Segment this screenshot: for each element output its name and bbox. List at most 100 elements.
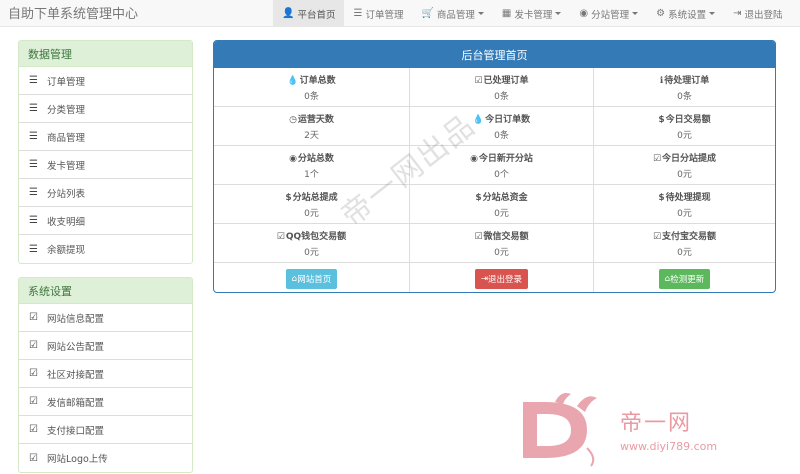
caret-down-icon: [632, 12, 639, 15]
clock-icon: ◷: [289, 114, 297, 125]
list-item[interactable]: ☰ 商品管理: [19, 123, 192, 151]
list-icon: ☰: [29, 131, 38, 142]
list-item[interactable]: ☑ 网站Logo上传: [19, 444, 192, 472]
check-update-button[interactable]: ⌂ 检测更新: [658, 268, 711, 289]
stat-value: 1个: [304, 169, 319, 180]
gear-icon: ⚙: [656, 8, 666, 19]
list-item[interactable]: ☰ 收支明细: [19, 207, 192, 235]
stat-cell: $分站总提成 0元: [214, 185, 410, 224]
nav-item-3[interactable]: ▦ 发卡管理: [493, 0, 570, 27]
logout-label: 退出登录: [488, 274, 523, 285]
nav-item-6[interactable]: ⇥ 退出登陆: [724, 0, 791, 27]
dollar-icon: $: [658, 114, 665, 125]
globe-icon: ◉: [289, 153, 297, 164]
list-item[interactable]: ☑ 网站信息配置: [19, 304, 192, 332]
list-item-label: 发信邮箱配置: [47, 397, 105, 409]
stat-cell: 💧今日订单数 0条: [410, 107, 594, 146]
check-icon: ☑: [652, 231, 662, 242]
stat-cell: $分站总资金 0元: [410, 185, 594, 224]
stat-label: ☑今日分站提成: [653, 151, 716, 164]
logout-icon: ⇥: [733, 8, 742, 19]
list-item-label: 收支明细: [47, 216, 86, 228]
list-item[interactable]: ☰ 订单管理: [19, 67, 192, 95]
stat-cell: ☑微信交易额 0元: [410, 224, 594, 263]
check-icon: ☑: [474, 75, 483, 86]
list-item-label: 社区对接配置: [47, 369, 105, 381]
list-icon: ☰: [29, 103, 38, 114]
list-item[interactable]: ☑ 网站公告配置: [19, 332, 192, 360]
list-item-label: 商品管理: [47, 132, 86, 144]
nav-item-0[interactable]: 👤 平台首页: [273, 0, 345, 27]
list-item[interactable]: ☰ 发卡管理: [19, 151, 192, 179]
stat-value: 0元: [304, 208, 319, 219]
stat-cell: ☑支付宝交易额 0元: [594, 224, 775, 263]
stats-grid: 💧订单总数 0条 ☑已处理订单 0条 ℹ待处理订单 0条 ◷运营天数 2天 💧今日订单数 0条 $今…: [214, 68, 775, 263]
logout-button[interactable]: ⇥ 退出登录: [474, 268, 529, 289]
nav-item-5[interactable]: ⚙ 系统设置: [647, 0, 724, 27]
site-home-button[interactable]: ⌂ 网站首页: [285, 268, 338, 289]
edit-icon: ☑: [29, 424, 38, 435]
stat-value: 0元: [677, 247, 692, 258]
globe-icon: ◉: [579, 8, 589, 19]
system-settings-list: ☑ 网站信息配置 ☑ 网站公告配置 ☑ 社区对接配置 ☑ 发信邮箱配置 ☑ 支付接口配置 ☑ 网站Lo…: [19, 304, 192, 472]
list-icon: ☰: [29, 159, 38, 170]
list-item[interactable]: ☑ 支付接口配置: [19, 416, 192, 444]
stat-value: 0条: [677, 91, 692, 102]
nav-item-label: 退出登陆: [744, 9, 783, 21]
list-item[interactable]: ☑ 社区对接配置: [19, 360, 192, 388]
dashboard-title: 后台管理首页: [214, 41, 775, 68]
nav-item-1[interactable]: ☰ 订单管理: [344, 0, 412, 27]
list-item-label: 余额提现: [47, 245, 86, 256]
caret-down-icon: [555, 12, 562, 15]
stat-label: 💧今日订单数: [473, 112, 530, 125]
grid-icon: ▦: [501, 8, 512, 19]
stat-value: 0元: [304, 247, 319, 258]
list-item[interactable]: ☰ 分站列表: [19, 179, 192, 207]
top-navbar: 自助下单系统管理中心 👤 平台首页 ☰ 订单管理 🛒 商品管理 ▦ 发卡管理 ◉ 分站管理 ⚙ 系统设…: [0, 0, 800, 27]
stat-cell: ◷运营天数 2天: [214, 107, 410, 146]
brand-title[interactable]: 自助下单系统管理中心: [8, 3, 138, 22]
system-settings-heading: 系统设置: [19, 278, 192, 304]
check-icon: ☑: [474, 231, 483, 242]
home-button-cell: ⌂ 网站首页: [214, 263, 410, 292]
list-item[interactable]: ☰ 余额提现: [19, 235, 192, 263]
nav-item-label: 系统设置: [668, 9, 707, 21]
list-item-label: 网站信息配置: [47, 313, 105, 325]
stat-label: ◉今日新开分站: [470, 151, 533, 164]
tint-icon: 💧: [472, 114, 485, 125]
data-management-list: ☰ 订单管理 ☰ 分类管理 ☰ 商品管理 ☰ 发卡管理 ☰ 分站列表 ☰ 收支明细 ☰ 余额提现: [19, 67, 192, 263]
stat-value: 0元: [677, 130, 692, 141]
edit-icon: ☑: [29, 368, 38, 379]
stat-value: 0个: [494, 169, 509, 180]
nav-item-label: 平台首页: [297, 9, 336, 21]
nav-item-label: 分站管理: [591, 9, 630, 21]
stat-label: ☑已处理订单: [474, 73, 528, 86]
stat-label: ☑支付宝交易额: [653, 229, 716, 242]
check-icon: ☑: [652, 153, 662, 164]
list-item[interactable]: ☑ 发信邮箱配置: [19, 388, 192, 416]
stat-value: 0条: [494, 91, 509, 102]
edit-icon: ☑: [29, 340, 38, 351]
stat-cell: ◉分站总数 1个: [214, 146, 410, 185]
nav-item-label: 订单管理: [365, 9, 404, 21]
info-icon: ℹ: [659, 75, 664, 86]
nav-item-4[interactable]: ◉ 分站管理: [570, 0, 647, 27]
check-icon: ☑: [276, 231, 285, 242]
stat-value: 0元: [677, 208, 692, 219]
stat-label-text: 微信交易额: [483, 231, 529, 242]
system-settings-panel: 系统设置 ☑ 网站信息配置 ☑ 网站公告配置 ☑ 社区对接配置 ☑ 发信邮箱配置 ☑ 支付接口配置…: [18, 277, 193, 473]
list-item[interactable]: ☰ 分类管理: [19, 95, 192, 123]
list-icon: ☰: [353, 8, 363, 19]
nav-item-2[interactable]: 🛒 商品管理: [412, 0, 492, 27]
stat-label: ◷运营天数: [289, 112, 334, 125]
data-management-panel: 数据管理 ☰ 订单管理 ☰ 分类管理 ☰ 商品管理 ☰ 发卡管理 ☰ 分站列表 ☰ 收支明细 ☰ 余额提现: [18, 40, 193, 264]
stat-label-text: 支付宝交易额: [662, 231, 717, 242]
main-nav: 👤 平台首页 ☰ 订单管理 🛒 商品管理 ▦ 发卡管理 ◉ 分站管理 ⚙ 系统设置 ⇥ 退出登陆: [273, 0, 792, 27]
logo-name: 帝一网: [620, 411, 693, 436]
stat-cell: ☑QQ钱包交易额 0元: [214, 224, 410, 263]
edit-icon: ☑: [29, 312, 38, 323]
list-item-label: 支付接口配置: [47, 425, 105, 437]
stat-label-text: 今日新开分站: [478, 153, 533, 164]
stat-label-text: 今日分站提成: [662, 153, 717, 164]
stat-value: 0元: [494, 208, 509, 219]
